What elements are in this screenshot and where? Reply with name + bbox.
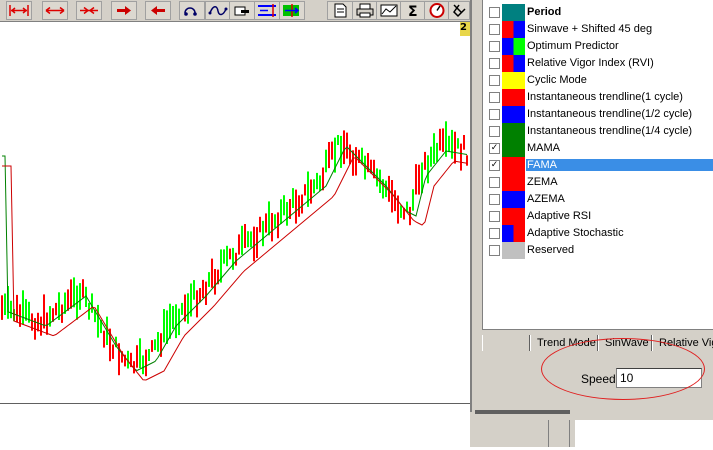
indicator-list[interactable]: Period Sinwave + Shifted 45 deg Optimum Pr… [482,0,713,330]
indicator-checkbox[interactable] [489,92,500,103]
sigma-glyph: Σ [408,4,418,20]
sigma-icon[interactable]: Σ [400,1,426,20]
compress-width-icon[interactable] [76,1,102,20]
pointer-icon[interactable] [229,1,255,20]
toolbox-icon[interactable] [448,1,470,20]
speed-icon[interactable] [424,1,450,20]
indicator-row[interactable]: ✓ FAMA [483,157,713,174]
indicator-label: Instantaneous trendline(1 cycle) [527,91,683,103]
indicator-label: Relative Vigor Index (RVI) [527,57,654,69]
page-icon[interactable] [327,1,353,20]
price-chart[interactable] [0,22,470,447]
indicator-color-swatch [502,242,525,259]
indicator-color-swatch [502,191,525,208]
indicator-checkbox[interactable] [489,75,500,86]
indicator-row[interactable]: AZEMA [483,191,713,208]
indicator-label: FAMA [526,159,713,171]
indicator-checkbox[interactable] [489,194,500,205]
fit-width-icon[interactable] [6,1,32,20]
indicator-checkbox[interactable] [489,126,500,137]
tab-relative-vig[interactable]: Relative Vig [652,335,713,351]
scroll-left-icon[interactable] [145,1,171,20]
indicator-row[interactable]: Adaptive RSI [483,208,713,225]
print-icon[interactable] [352,1,378,20]
indicator-color-swatch [502,140,525,157]
indicator-checkbox[interactable] [489,177,500,188]
indicator-color-swatch [502,157,525,174]
indicator-label: Reserved [527,244,575,256]
indicator-checkbox[interactable] [489,7,500,18]
tool-blue-icon[interactable] [254,1,280,20]
indicator-row[interactable]: Instantaneous trendline(1/4 cycle) [483,123,713,140]
background-window [575,420,713,447]
indicator-checkbox[interactable]: ✓ [489,160,500,171]
indicator-label: ZEMA [527,176,558,188]
toolbar: Σ [0,0,470,22]
indicator-tabs: Trend Mode SinWave Relative Vig [482,333,713,353]
indicator-row[interactable]: Reserved [483,242,713,259]
indicator-checkbox[interactable] [489,211,500,222]
indicator-row[interactable]: Sinwave + Shifted 45 deg [483,21,713,38]
indicator-checkbox[interactable] [489,109,500,120]
window-edge-scroll [548,420,570,447]
mama-line [2,146,468,372]
indicator-color-swatch [502,89,525,106]
indicator-color-swatch [502,106,525,123]
indicator-label: Sinwave + Shifted 45 deg [527,23,653,35]
indicator-row[interactable]: Relative Vigor Index (RVI) [483,55,713,72]
indicator-row[interactable]: Adaptive Stochastic [483,225,713,242]
window-edge [475,410,570,414]
indicator-row[interactable]: Instantaneous trendline(1/2 cycle) [483,106,713,123]
indicator-row[interactable]: ZEMA [483,174,713,191]
chart-wizard-icon[interactable] [376,1,402,20]
indicator-checkbox[interactable]: ✓ [489,143,500,154]
indicator-label: Instantaneous trendline(1/2 cycle) [527,108,693,120]
indicator-color-swatch [502,208,525,225]
crosshair-icon[interactable] [179,1,205,20]
fama-line [2,157,468,381]
tool-green-icon[interactable] [279,1,305,20]
indicator-row[interactable]: Period [483,4,713,21]
expand-width-icon[interactable] [42,1,68,20]
indicator-label: Optimum Predictor [527,40,619,52]
indicator-row[interactable]: Instantaneous trendline(1 cycle) [483,89,713,106]
indicator-label: AZEMA [527,193,565,205]
indicator-row[interactable]: ✓ MAMA [483,140,713,157]
indicator-color-swatch [502,21,525,38]
indicator-checkbox[interactable] [489,245,500,256]
tab-trend-mode[interactable]: Trend Mode [530,335,598,351]
indicator-color-swatch [502,72,525,89]
indicator-checkbox[interactable] [489,58,500,69]
scroll-right-icon[interactable] [111,1,137,20]
indicator-label: Cyclic Mode [527,74,587,86]
chart-canvas [1,121,468,381]
indicator-checkbox[interactable] [489,41,500,52]
indicator-label: Instantaneous trendline(1/4 cycle) [527,125,693,137]
tab-blank[interactable] [482,335,530,351]
indicator-row[interactable]: Optimum Predictor [483,38,713,55]
indicator-color-swatch [502,225,525,242]
indicator-checkbox[interactable] [489,24,500,35]
indicator-label: Adaptive Stochastic [527,227,624,239]
indicator-dialog: Period Sinwave + Shifted 45 deg Optimum Pr… [470,0,713,420]
cycle-icon[interactable] [205,1,231,20]
indicator-label: Period [527,6,562,18]
speed-label: Speed [581,372,616,386]
cycle-badge: 2 [460,22,470,36]
indicator-color-swatch [502,55,525,72]
indicator-color-swatch [502,4,525,21]
speed-input[interactable] [616,368,702,388]
indicator-row[interactable]: Cyclic Mode [483,72,713,89]
indicator-color-swatch [502,123,525,140]
indicator-color-swatch [502,174,525,191]
indicator-color-swatch [502,38,525,55]
indicator-label: Adaptive RSI [527,210,592,222]
cycle-badge-label: 2 [460,22,467,33]
chart-bottom-panel [0,403,470,448]
indicator-label: MAMA [527,142,560,154]
tab-sinwave[interactable]: SinWave [598,335,652,351]
indicator-checkbox[interactable] [489,228,500,239]
